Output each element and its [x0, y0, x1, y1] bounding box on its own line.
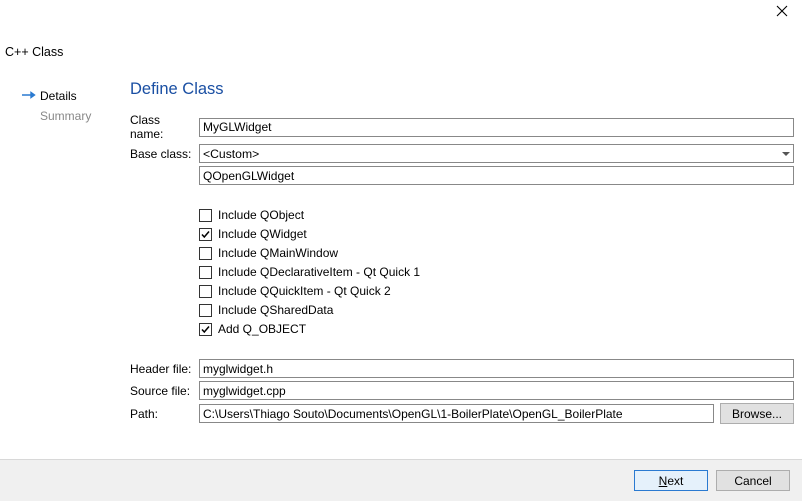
- next-button-rest: ext: [667, 474, 683, 488]
- checkbox-box: [199, 304, 212, 317]
- window-title: C++ Class: [5, 45, 63, 59]
- checkbox-box: [199, 247, 212, 260]
- path-input[interactable]: [199, 404, 714, 423]
- browse-button[interactable]: Browse...: [720, 403, 794, 424]
- checkbox-label: Include QQuickItem - Qt Quick 2: [218, 284, 391, 298]
- checkbox-box: [199, 266, 212, 279]
- checkbox-include-qdeclarativeitem-qt-quick-1[interactable]: Include QDeclarativeItem - Qt Quick 1: [199, 265, 794, 279]
- checkbox-label: Include QWidget: [218, 227, 307, 241]
- class-name-label: Class name:: [130, 113, 199, 141]
- checkbox-label: Include QSharedData: [218, 303, 333, 317]
- checkbox-box: [199, 228, 212, 241]
- form: Class name: Base class: <Custom>: [130, 113, 794, 424]
- checkbox-include-qmainwindow[interactable]: Include QMainWindow: [199, 246, 794, 260]
- header-file-input[interactable]: [199, 359, 794, 378]
- content-area: Details Summary Define Class Class name:…: [0, 80, 802, 459]
- checkbox-label: Include QDeclarativeItem - Qt Quick 1: [218, 265, 420, 279]
- base-class-selected-value: <Custom>: [203, 147, 259, 161]
- footer: Next Cancel: [0, 459, 802, 501]
- checkbox-box: [199, 323, 212, 336]
- cancel-button[interactable]: Cancel: [716, 470, 790, 491]
- close-icon[interactable]: [776, 5, 788, 21]
- wizard-window: C++ Class Details Summary Define Class C…: [0, 0, 802, 501]
- header-file-label: Header file:: [130, 362, 199, 376]
- base-class-label: Base class:: [130, 147, 199, 161]
- path-label: Path:: [130, 407, 199, 421]
- sidebar-item-summary: Summary: [40, 106, 130, 126]
- sidebar-item-label: Summary: [40, 109, 91, 123]
- base-class-select[interactable]: <Custom>: [199, 144, 794, 163]
- source-file-input[interactable]: [199, 381, 794, 400]
- class-name-input[interactable]: [199, 118, 794, 137]
- checkbox-include-qquickitem-qt-quick-2[interactable]: Include QQuickItem - Qt Quick 2: [199, 284, 794, 298]
- checkbox-include-qwidget[interactable]: Include QWidget: [199, 227, 794, 241]
- checkbox-label: Include QObject: [218, 208, 304, 222]
- checkbox-box: [199, 209, 212, 222]
- checkbox-label: Add Q_OBJECT: [218, 322, 306, 336]
- sidebar-item-details[interactable]: Details: [22, 86, 130, 106]
- main-panel: Define Class Class name: Base class: <Cu…: [130, 80, 802, 459]
- sidebar-item-label: Details: [40, 89, 77, 103]
- chevron-down-icon: [782, 152, 790, 156]
- checkbox-include-qshareddata[interactable]: Include QSharedData: [199, 303, 794, 317]
- checkbox-box: [199, 285, 212, 298]
- sidebar: Details Summary: [0, 80, 130, 459]
- source-file-label: Source file:: [130, 384, 199, 398]
- checkbox-label: Include QMainWindow: [218, 246, 338, 260]
- page-heading: Define Class: [130, 80, 794, 99]
- next-button[interactable]: Next: [634, 470, 708, 491]
- checkbox-group: Include QObject Include QWidget Include QM…: [199, 205, 794, 339]
- checkbox-add-q-object[interactable]: Add Q_OBJECT: [199, 322, 794, 336]
- checkbox-include-qobject[interactable]: Include QObject: [199, 208, 794, 222]
- arrow-right-icon: [22, 89, 36, 103]
- base-class-custom-input[interactable]: [199, 166, 794, 185]
